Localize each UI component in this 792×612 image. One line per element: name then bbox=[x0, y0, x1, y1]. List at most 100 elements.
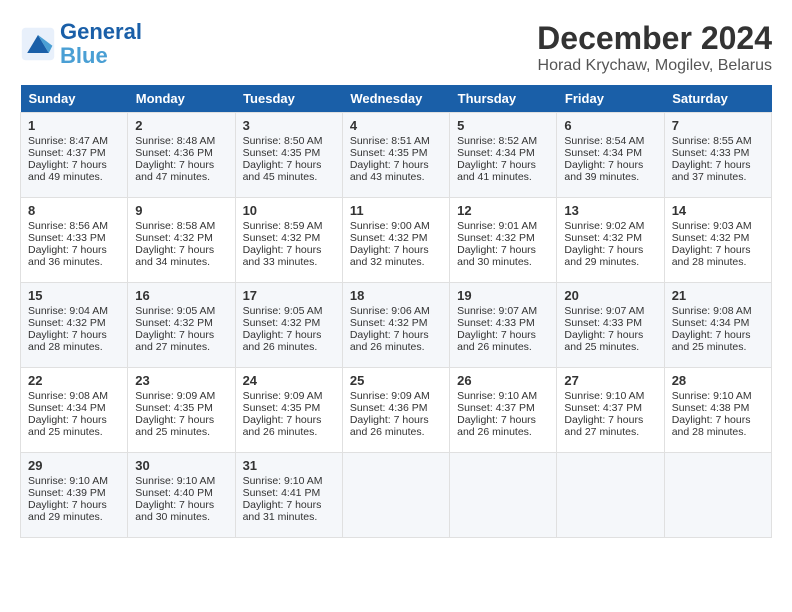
day-number: 14 bbox=[672, 203, 764, 218]
sunrise-text: Sunrise: 9:00 AM bbox=[350, 220, 442, 232]
sunrise-text: Sunrise: 9:10 AM bbox=[28, 475, 120, 487]
sunrise-text: Sunrise: 8:54 AM bbox=[564, 135, 656, 147]
weekday-header-wednesday: Wednesday bbox=[342, 85, 449, 113]
day-number: 17 bbox=[243, 288, 335, 303]
logo-line2: Blue bbox=[60, 43, 108, 68]
sunrise-text: Sunrise: 8:56 AM bbox=[28, 220, 120, 232]
location-subtitle: Horad Krychaw, Mogilev, Belarus bbox=[537, 57, 772, 75]
sunrise-text: Sunrise: 9:02 AM bbox=[564, 220, 656, 232]
calendar-table: SundayMondayTuesdayWednesdayThursdayFrid… bbox=[20, 85, 772, 538]
sunrise-text: Sunrise: 8:48 AM bbox=[135, 135, 227, 147]
sunset-text: Sunset: 4:32 PM bbox=[564, 232, 656, 244]
sunset-text: Sunset: 4:32 PM bbox=[672, 232, 764, 244]
calendar-cell bbox=[342, 453, 449, 538]
sunrise-text: Sunrise: 9:07 AM bbox=[564, 305, 656, 317]
daylight-text: Daylight: 7 hours and 27 minutes. bbox=[135, 329, 227, 353]
calendar-cell: 25Sunrise: 9:09 AMSunset: 4:36 PMDayligh… bbox=[342, 368, 449, 453]
sunset-text: Sunset: 4:37 PM bbox=[564, 402, 656, 414]
sunset-text: Sunset: 4:32 PM bbox=[28, 317, 120, 329]
sunset-text: Sunset: 4:32 PM bbox=[457, 232, 549, 244]
calendar-cell: 24Sunrise: 9:09 AMSunset: 4:35 PMDayligh… bbox=[235, 368, 342, 453]
sunrise-text: Sunrise: 9:08 AM bbox=[672, 305, 764, 317]
day-number: 23 bbox=[135, 373, 227, 388]
calendar-cell: 31Sunrise: 9:10 AMSunset: 4:41 PMDayligh… bbox=[235, 453, 342, 538]
sunrise-text: Sunrise: 8:59 AM bbox=[243, 220, 335, 232]
calendar-cell: 26Sunrise: 9:10 AMSunset: 4:37 PMDayligh… bbox=[450, 368, 557, 453]
day-number: 19 bbox=[457, 288, 549, 303]
sunrise-text: Sunrise: 8:52 AM bbox=[457, 135, 549, 147]
day-number: 24 bbox=[243, 373, 335, 388]
sunset-text: Sunset: 4:34 PM bbox=[28, 402, 120, 414]
day-number: 28 bbox=[672, 373, 764, 388]
sunset-text: Sunset: 4:32 PM bbox=[135, 232, 227, 244]
sunset-text: Sunset: 4:34 PM bbox=[672, 317, 764, 329]
day-number: 18 bbox=[350, 288, 442, 303]
daylight-text: Daylight: 7 hours and 25 minutes. bbox=[28, 414, 120, 438]
day-number: 4 bbox=[350, 118, 442, 133]
daylight-text: Daylight: 7 hours and 28 minutes. bbox=[672, 244, 764, 268]
calendar-cell: 3Sunrise: 8:50 AMSunset: 4:35 PMDaylight… bbox=[235, 113, 342, 198]
daylight-text: Daylight: 7 hours and 26 minutes. bbox=[243, 329, 335, 353]
day-number: 30 bbox=[135, 458, 227, 473]
sunrise-text: Sunrise: 9:04 AM bbox=[28, 305, 120, 317]
day-number: 2 bbox=[135, 118, 227, 133]
sunset-text: Sunset: 4:36 PM bbox=[350, 402, 442, 414]
sunrise-text: Sunrise: 9:10 AM bbox=[564, 390, 656, 402]
sunset-text: Sunset: 4:33 PM bbox=[672, 147, 764, 159]
sunset-text: Sunset: 4:32 PM bbox=[243, 317, 335, 329]
day-number: 12 bbox=[457, 203, 549, 218]
calendar-cell: 19Sunrise: 9:07 AMSunset: 4:33 PMDayligh… bbox=[450, 283, 557, 368]
calendar-header-row: SundayMondayTuesdayWednesdayThursdayFrid… bbox=[21, 85, 772, 113]
daylight-text: Daylight: 7 hours and 27 minutes. bbox=[564, 414, 656, 438]
day-number: 11 bbox=[350, 203, 442, 218]
day-number: 16 bbox=[135, 288, 227, 303]
sunrise-text: Sunrise: 8:58 AM bbox=[135, 220, 227, 232]
sunset-text: Sunset: 4:36 PM bbox=[135, 147, 227, 159]
daylight-text: Daylight: 7 hours and 29 minutes. bbox=[564, 244, 656, 268]
calendar-cell bbox=[557, 453, 664, 538]
sunrise-text: Sunrise: 9:01 AM bbox=[457, 220, 549, 232]
daylight-text: Daylight: 7 hours and 28 minutes. bbox=[672, 414, 764, 438]
daylight-text: Daylight: 7 hours and 43 minutes. bbox=[350, 159, 442, 183]
day-number: 27 bbox=[564, 373, 656, 388]
calendar-week-row: 15Sunrise: 9:04 AMSunset: 4:32 PMDayligh… bbox=[21, 283, 772, 368]
day-number: 22 bbox=[28, 373, 120, 388]
calendar-week-row: 8Sunrise: 8:56 AMSunset: 4:33 PMDaylight… bbox=[21, 198, 772, 283]
month-title: December 2024 bbox=[537, 20, 772, 57]
calendar-cell: 2Sunrise: 8:48 AMSunset: 4:36 PMDaylight… bbox=[128, 113, 235, 198]
calendar-cell: 16Sunrise: 9:05 AMSunset: 4:32 PMDayligh… bbox=[128, 283, 235, 368]
weekday-header-saturday: Saturday bbox=[664, 85, 771, 113]
sunset-text: Sunset: 4:32 PM bbox=[243, 232, 335, 244]
calendar-week-row: 1Sunrise: 8:47 AMSunset: 4:37 PMDaylight… bbox=[21, 113, 772, 198]
day-number: 31 bbox=[243, 458, 335, 473]
daylight-text: Daylight: 7 hours and 26 minutes. bbox=[350, 329, 442, 353]
sunset-text: Sunset: 4:35 PM bbox=[135, 402, 227, 414]
calendar-cell: 28Sunrise: 9:10 AMSunset: 4:38 PMDayligh… bbox=[664, 368, 771, 453]
page-header: General Blue December 2024 Horad Krychaw… bbox=[20, 20, 772, 75]
sunset-text: Sunset: 4:35 PM bbox=[243, 147, 335, 159]
sunrise-text: Sunrise: 8:50 AM bbox=[243, 135, 335, 147]
logo-line1: General bbox=[60, 19, 142, 44]
daylight-text: Daylight: 7 hours and 37 minutes. bbox=[672, 159, 764, 183]
sunset-text: Sunset: 4:37 PM bbox=[28, 147, 120, 159]
sunset-text: Sunset: 4:34 PM bbox=[564, 147, 656, 159]
sunset-text: Sunset: 4:33 PM bbox=[564, 317, 656, 329]
calendar-cell: 30Sunrise: 9:10 AMSunset: 4:40 PMDayligh… bbox=[128, 453, 235, 538]
day-number: 15 bbox=[28, 288, 120, 303]
day-number: 21 bbox=[672, 288, 764, 303]
calendar-cell: 5Sunrise: 8:52 AMSunset: 4:34 PMDaylight… bbox=[450, 113, 557, 198]
sunrise-text: Sunrise: 8:47 AM bbox=[28, 135, 120, 147]
title-section: December 2024 Horad Krychaw, Mogilev, Be… bbox=[537, 20, 772, 75]
sunrise-text: Sunrise: 8:55 AM bbox=[672, 135, 764, 147]
calendar-cell bbox=[664, 453, 771, 538]
daylight-text: Daylight: 7 hours and 29 minutes. bbox=[28, 499, 120, 523]
sunset-text: Sunset: 4:35 PM bbox=[243, 402, 335, 414]
daylight-text: Daylight: 7 hours and 36 minutes. bbox=[28, 244, 120, 268]
sunset-text: Sunset: 4:41 PM bbox=[243, 487, 335, 499]
sunset-text: Sunset: 4:40 PM bbox=[135, 487, 227, 499]
weekday-header-sunday: Sunday bbox=[21, 85, 128, 113]
sunrise-text: Sunrise: 9:09 AM bbox=[243, 390, 335, 402]
daylight-text: Daylight: 7 hours and 25 minutes. bbox=[135, 414, 227, 438]
sunset-text: Sunset: 4:39 PM bbox=[28, 487, 120, 499]
daylight-text: Daylight: 7 hours and 26 minutes. bbox=[457, 329, 549, 353]
